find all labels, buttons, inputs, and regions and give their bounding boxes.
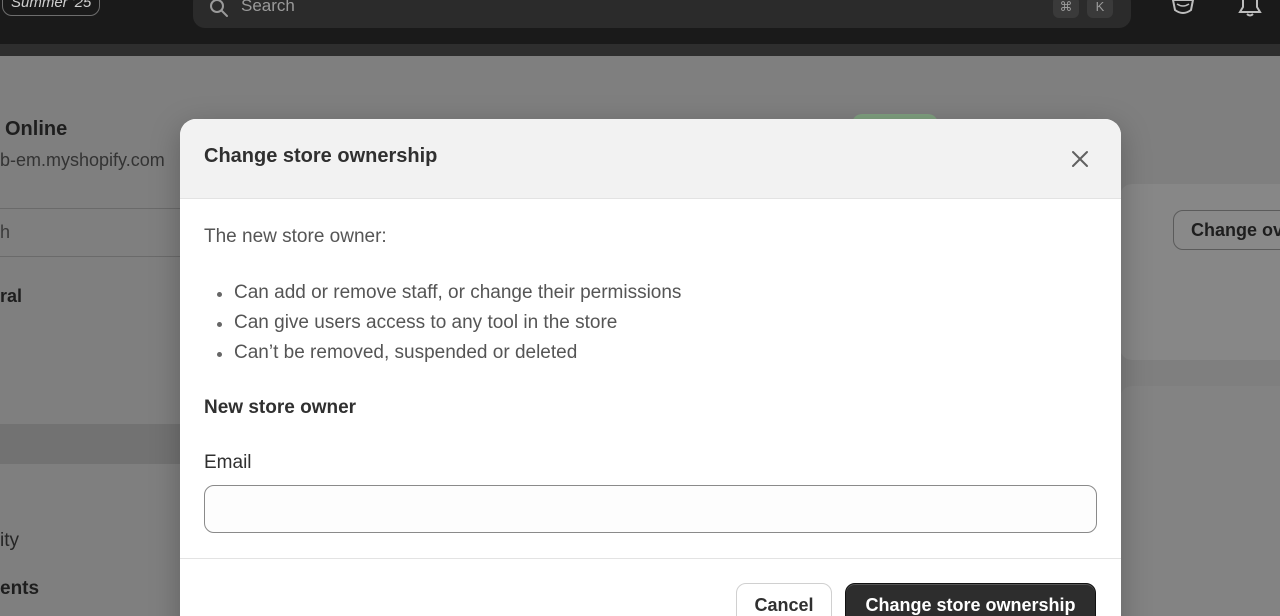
section-heading: New store owner (204, 397, 357, 418)
store-domain: b-em.myshopify.com (0, 150, 165, 170)
bell-icon[interactable] (1238, 0, 1262, 18)
owner-capabilities-list: Can add or remove staff, or change their… (204, 279, 681, 369)
modal-header: Change store ownership (180, 119, 1121, 199)
change-owner-button[interactable]: Change ov (1173, 210, 1280, 250)
sidebar-item-selected[interactable] (0, 424, 180, 464)
list-item: Can’t be removed, suspended or deleted (204, 339, 681, 369)
modal-title: Change store ownership (204, 145, 438, 167)
sidebar-divider (0, 208, 180, 209)
list-item: Can add or remove staff, or change their… (204, 279, 681, 309)
sidebar-item-general[interactable]: ral (0, 286, 22, 307)
edition-badge: Summer '25 (2, 0, 101, 16)
cancel-button[interactable]: Cancel (736, 583, 832, 616)
sidebar-search[interactable]: h (0, 222, 10, 243)
search-bar[interactable]: Search ⌘ K (193, 0, 1131, 28)
change-ownership-modal: Change store ownership The new store own… (180, 119, 1121, 616)
modal-intro: The new store owner: (204, 226, 387, 247)
search-icon (210, 0, 228, 17)
sidebar-divider (0, 256, 180, 257)
store-icon[interactable] (1171, 0, 1195, 18)
sidebar-item-payments[interactable]: ents (0, 578, 39, 600)
sidebar-item-security[interactable]: ity (0, 530, 19, 552)
top-bar-divider (0, 44, 1280, 56)
email-field[interactable] (204, 485, 1097, 533)
top-bar: Summer '25 Search ⌘ K (0, 0, 1280, 44)
shortcut-k-key: K (1087, 0, 1113, 18)
email-label: Email (204, 452, 252, 473)
close-icon[interactable] (1066, 145, 1094, 173)
footer-divider (180, 558, 1121, 559)
shortcut-command-key: ⌘ (1053, 0, 1079, 18)
store-name: Online (5, 118, 68, 140)
list-item: Can give users access to any tool in the… (204, 309, 681, 339)
search-placeholder: Search (241, 0, 295, 15)
settings-card (1120, 386, 1280, 616)
change-store-ownership-button[interactable]: Change store ownership (845, 583, 1096, 616)
